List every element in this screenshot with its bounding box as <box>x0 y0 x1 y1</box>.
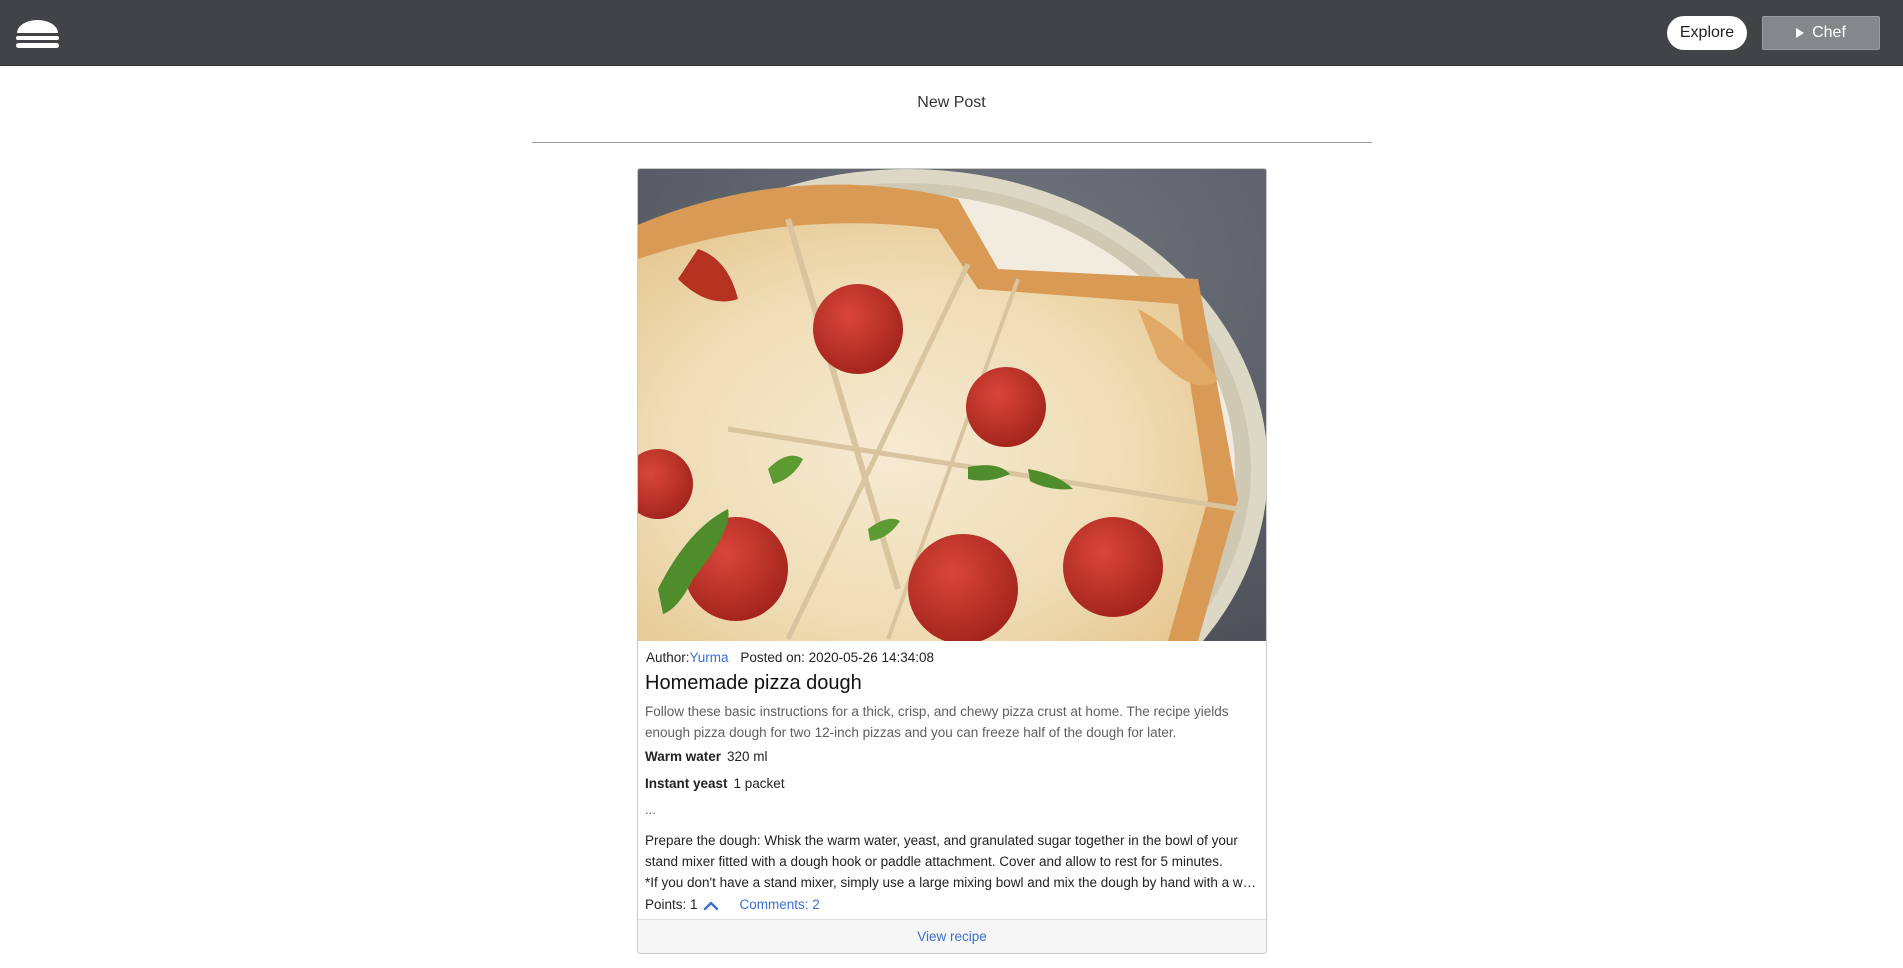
steps-paragraph: Prepare the dough: Whisk the warm water,… <box>645 833 1238 869</box>
view-recipe-link[interactable]: View recipe <box>917 920 987 953</box>
post-meta: Author:Yurma Posted on: 2020-05-26 14:34… <box>646 650 934 665</box>
ingredients-more: ... <box>645 802 656 817</box>
ingredient-row: Warm water 320 ml <box>645 749 768 764</box>
posted-date: 2020-05-26 14:34:08 <box>808 650 934 665</box>
divider <box>532 142 1372 143</box>
points-row: Points: 1 Comments: 2 <box>645 897 820 912</box>
explore-button[interactable]: Explore <box>1667 16 1747 50</box>
top-navbar: Explore Chef <box>0 0 1903 66</box>
chef-button[interactable]: Chef <box>1762 16 1880 50</box>
chef-button-label: Chef <box>1812 24 1846 41</box>
posted-prefix: Posted on: <box>740 650 809 665</box>
new-post-link[interactable]: New Post <box>917 94 985 111</box>
recipe-card: Author:Yurma Posted on: 2020-05-26 14:34… <box>637 168 1267 954</box>
ingredient-name: Warm water <box>645 749 722 764</box>
new-post-row: New Post <box>0 94 1903 112</box>
play-triangle-icon <box>1796 28 1805 38</box>
recipe-steps: Prepare the dough: Whisk the warm water,… <box>645 830 1260 893</box>
comments-link[interactable]: Comments: 2 <box>740 897 820 912</box>
ingredient-amount: 1 packet <box>733 776 785 791</box>
recipe-title: Homemade pizza dough <box>645 672 862 694</box>
chevron-up-icon[interactable] <box>702 898 720 912</box>
ingredient-amount: 320 ml <box>727 749 768 764</box>
points-count: Points: 1 <box>645 897 698 912</box>
ingredient-row: Instant yeast 1 packet <box>645 776 785 791</box>
card-footer: View recipe <box>638 919 1266 953</box>
author-link[interactable]: Yurma <box>690 650 729 665</box>
ingredient-name: Instant yeast <box>645 776 728 791</box>
steps-paragraph: *If you don't have a stand mixer, simply… <box>645 875 1260 890</box>
author-prefix: Author: <box>646 650 690 665</box>
burger-icon[interactable] <box>15 19 60 49</box>
pizza-photo[interactable] <box>638 169 1266 641</box>
recipe-description: Follow these basic instructions for a th… <box>645 704 1229 740</box>
